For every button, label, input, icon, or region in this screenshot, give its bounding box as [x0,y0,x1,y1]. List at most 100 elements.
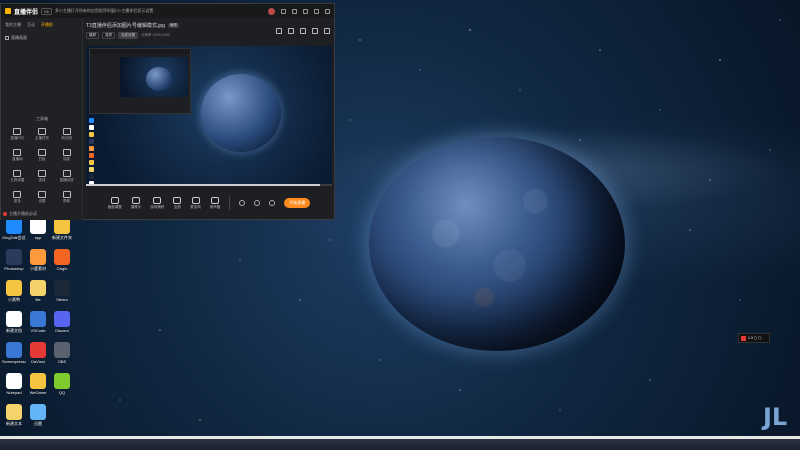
desktop-icon[interactable]: QQ [50,373,74,395]
app-window[interactable]: 直播伴侣 V6 多小主播打开所有的应用程序的窗口+主播伴侣显示设置 我的主播 互… [0,3,335,220]
desktop-icon[interactable]: DingTalk会议 [2,218,26,240]
desktop-icon-label: 迅雷 [34,421,42,426]
tool-item[interactable]: 礼物设置 [5,170,30,183]
desktop-icon[interactable]: DaVinci [26,342,50,364]
window-controls [268,7,330,15]
desktop-icon[interactable]: 新建文件夹 [50,218,74,240]
desktop-icon[interactable]: VSCode [26,311,50,333]
desktop-icon[interactable]: OBS [50,342,74,364]
tool-label: 直播间 [12,157,23,161]
bell-icon [37,128,46,135]
desktop-icon[interactable]: WeGame [26,373,50,395]
toolbar-item[interactable]: 全部 [173,196,182,210]
preview-icon [89,139,94,144]
live-preview[interactable] [86,46,332,184]
desktop-icon-label: Steam [56,297,68,302]
toolbar-item[interactable]: 扬声器 [209,196,221,210]
desktop-icon[interactable]: Notepad [2,373,26,395]
taskbar[interactable] [0,439,800,450]
toolbar-item[interactable]: 游戏捕获 [150,196,164,210]
desktop-icon[interactable]: 小黄鸭 [2,280,26,302]
tab-pre-live[interactable]: 开播前 [41,22,53,28]
tool-item[interactable]: 主播任务 [30,128,55,141]
link-icon [37,170,46,177]
app-icon [54,373,70,389]
sidebar-footer[interactable]: 主播开播前必读 [3,211,37,217]
tool-item[interactable]: 帮助 [54,191,79,204]
avatar[interactable] [268,7,275,15]
app-titlebar[interactable]: 直播伴侣 V6 多小主播打开所有的应用程序的窗口+主播伴侣显示设置 [1,4,334,18]
chip-link-settings[interactable]: 连麦设置 [118,32,138,39]
desktop-icon[interactable]: app [26,218,50,240]
close-icon[interactable] [325,8,330,14]
header-icons [276,28,330,34]
tool-label: 更多 [13,199,21,203]
desktop-icon[interactable]: Discord [50,311,74,333]
toolbar-item[interactable]: 摄像头 [131,196,141,210]
volume-progress-bar[interactable] [86,184,332,186]
desktop-icon[interactable]: 新建文本 [2,404,26,426]
tool-item[interactable]: 设置 [30,191,55,204]
tool-item[interactable]: 直播间 [5,149,30,162]
tool-item[interactable]: 连线 [30,170,55,183]
tool-item[interactable]: 更多 [5,191,30,204]
toolbar-label: 扬声器 [209,204,221,209]
settings-icon[interactable] [281,8,286,14]
tab-interaction[interactable]: 互动 [27,22,35,28]
tool-item[interactable]: 粉丝团 [54,128,79,141]
desktop-icon-label: 小黄鸭 [8,297,20,302]
desktop-icon[interactable]: 迅雷 [26,404,50,426]
app-icon [6,311,22,327]
app-icon [6,249,22,265]
preview-icon [89,174,94,179]
screenshot-icon[interactable] [254,200,261,206]
help-icon [62,191,71,198]
minimize-icon[interactable] [303,8,308,14]
chip-landscape[interactable]: 横屏 [86,32,99,39]
tab-my-anchor[interactable]: 我的主播 [5,22,21,28]
desktop-icon-label: Photoshop [4,266,24,271]
start-live-button[interactable]: 开始直播 [284,198,311,208]
layout-icon[interactable] [276,28,282,34]
desktop-icon[interactable]: file [26,280,50,302]
edit-badge[interactable]: 编辑 [167,23,179,28]
desktop-icon-label: DaVinci [31,359,45,364]
bell-icon[interactable] [312,28,318,34]
app-version-badge[interactable]: V6 [41,7,52,15]
tool-item[interactable]: 直播时长 [5,128,30,141]
settings-icon[interactable] [269,200,276,206]
gear-icon [37,191,46,198]
toolbox-grid: 直播时长 主播任务 粉丝团直播间 白板 抽奖礼物设置 连线 直播回放更多 设置 帮助 [5,128,79,204]
chip-portrait[interactable]: 竖屏 [102,32,115,39]
tool-item[interactable]: 白板 [30,149,55,162]
app-icon [54,342,70,358]
toolbar-item[interactable]: 麦克风 [190,196,201,210]
tray-widget[interactable]: 1.3 ▢ ▢ [738,333,770,343]
toolbar-label: 麦克风 [190,204,201,209]
menu-icon[interactable] [292,8,297,14]
app-icon [54,311,70,327]
desktop-icon[interactable]: Steam [50,280,74,302]
lock-icon[interactable] [288,28,294,34]
desktop-icon[interactable]: 小鹿素材 [26,249,50,271]
scene-row[interactable]: 直播画面 [5,35,27,41]
tool-item[interactable]: 直播回放 [54,170,79,183]
camera-icon [132,196,140,204]
tool-item[interactable]: 抽奖 [54,149,79,162]
eye-icon[interactable] [5,36,9,40]
scene-label: 直播画面 [11,35,27,40]
maximize-icon[interactable] [314,8,319,14]
share-icon[interactable] [324,28,330,34]
desktop-icon-label: DingTalk会议 [2,235,26,240]
desktop-icon[interactable]: 新建文档 [2,311,26,333]
record-icon[interactable] [239,200,246,206]
gamepad-icon [153,196,162,204]
desktop-icon[interactable]: Photoshop [2,249,26,271]
window-icon [173,196,182,204]
resolution-text: 分辨率 1920x1080 [141,33,170,37]
desktop-icon[interactable]: Origin [50,249,74,271]
desktop-icon[interactable]: Screenpresso [2,342,26,364]
grid-icon[interactable] [300,28,306,34]
toolbar-item[interactable]: 画面调整 [108,196,122,210]
fans-icon [62,128,71,135]
